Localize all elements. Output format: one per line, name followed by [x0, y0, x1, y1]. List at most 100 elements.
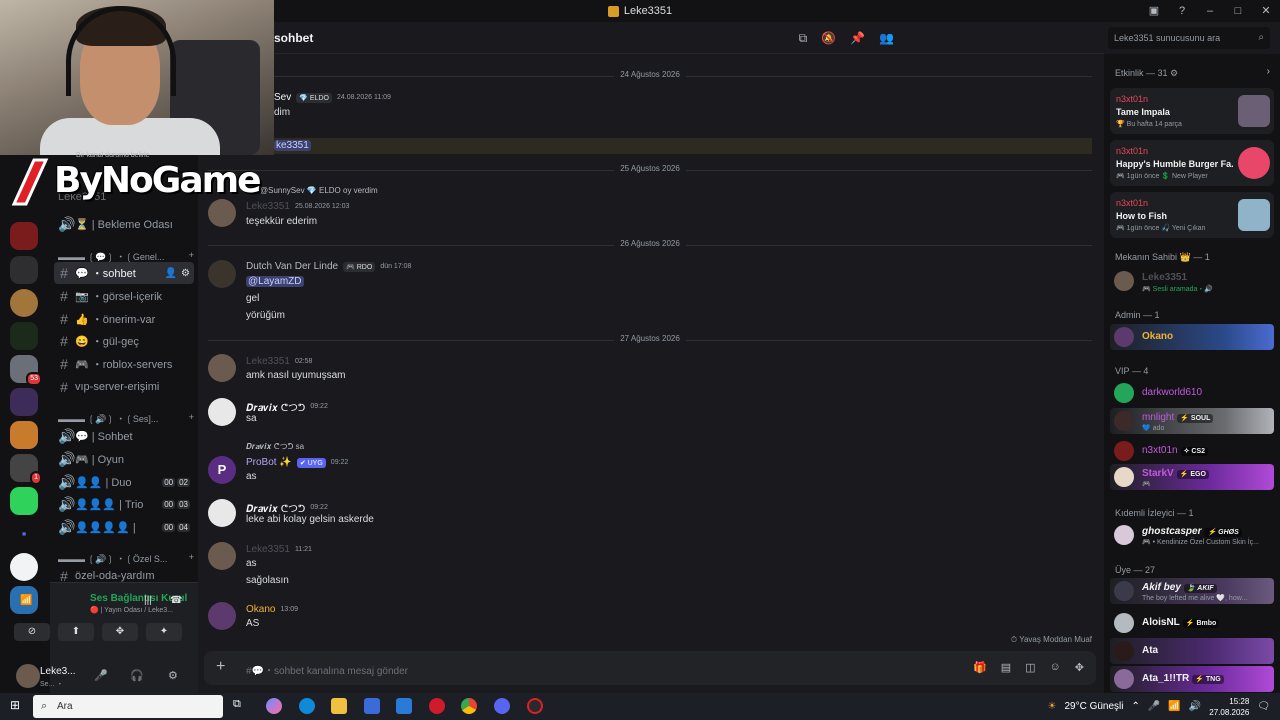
- volume-icon[interactable]: 🔊: [1189, 701, 1201, 712]
- member-row[interactable]: AloisNL ⚡ Bmbo: [1110, 610, 1274, 636]
- channel-voice-oyun[interactable]: 🔊 🎮 | Oyun: [54, 448, 194, 470]
- author-name[interactable]: Leke3351: [246, 544, 290, 555]
- channel-sohbet[interactable]: # 💬 ・sohbet 👤 ⚙: [54, 262, 194, 284]
- gear-icon[interactable]: ⚙: [168, 669, 178, 682]
- notification-icon[interactable]: 🗨: [1257, 701, 1270, 712]
- channel-gorsel[interactable]: # 📷 ・görsel-içerik: [54, 285, 194, 307]
- microphone-icon[interactable]: 🎤: [94, 669, 108, 682]
- microphone-icon[interactable]: 🎤: [1148, 701, 1160, 712]
- discord-icon[interactable]: [494, 698, 510, 714]
- author-name[interactable]: Sev: [274, 92, 291, 103]
- apps-icon[interactable]: ✥: [1075, 661, 1084, 674]
- obs-icon[interactable]: [527, 698, 543, 714]
- search-input[interactable]: Leke3351 sunucusunu ara ⌕: [1108, 27, 1270, 49]
- server-icon-9[interactable]: [10, 553, 38, 581]
- member-row[interactable]: mnlight ⚡ SOUL 💙 ado: [1110, 408, 1274, 434]
- folder-icon[interactable]: ▪: [10, 520, 38, 548]
- threads-icon[interactable]: ⧉: [799, 31, 808, 46]
- chevron-up-icon[interactable]: ⌃: [1132, 701, 1140, 712]
- mention[interactable]: ke3351: [274, 140, 311, 151]
- avatar[interactable]: [208, 260, 236, 288]
- members-icon[interactable]: 👥: [879, 31, 894, 46]
- channel-gulgec[interactable]: # 😄 ・gül-geç: [54, 330, 194, 352]
- server-icon-4[interactable]: [10, 322, 38, 350]
- server-icon-7[interactable]: [10, 421, 38, 449]
- store-icon[interactable]: [364, 698, 380, 714]
- channel-voice-quad[interactable]: 🔊 👤👤👤👤 | 00 04: [54, 516, 194, 538]
- activities-button[interactable]: ✥: [102, 623, 138, 641]
- help-icon[interactable]: ?: [1168, 0, 1196, 22]
- member-row[interactable]: Akif bey 🍃 AKIF The boy lefted me alive 🤍…: [1110, 578, 1274, 604]
- edge-icon[interactable]: [299, 698, 315, 714]
- avatar[interactable]: [208, 354, 236, 382]
- member-row[interactable]: Leke3351 🎮 Sesli aramada・🔊: [1110, 268, 1274, 294]
- disconnect-icon[interactable]: ☎: [170, 595, 182, 606]
- category-ses[interactable]: ▬▬▬ ❲🔊❳ ・❲Ses]... +: [58, 412, 194, 425]
- member-row[interactable]: n3xt01n ✧ CS2: [1110, 438, 1274, 464]
- channel-bekleme[interactable]: 🔊 ⏳ | Bekleme Odası: [54, 213, 194, 235]
- emoji-icon[interactable]: ☺: [1050, 661, 1061, 674]
- author-name[interactable]: 𝑫𝒓𝒂𝒗𝒊𝒙 ᕦつᕤ: [246, 500, 305, 515]
- avatar[interactable]: [208, 602, 236, 630]
- sticker-icon[interactable]: ◫: [1025, 661, 1035, 674]
- author-name[interactable]: ProBot ✨: [246, 457, 292, 468]
- kick-server-icon[interactable]: [10, 487, 38, 515]
- server-icon-2[interactable]: [10, 256, 38, 284]
- probot-avatar[interactable]: P: [208, 456, 236, 484]
- mail-icon[interactable]: [396, 698, 412, 714]
- minimize-button[interactable]: –: [1196, 0, 1224, 22]
- member-row[interactable]: Ata_1!!TR ⚡ TNG: [1110, 666, 1274, 692]
- author-name[interactable]: Okano: [246, 604, 275, 615]
- invite-icon[interactable]: 👤: [165, 268, 177, 279]
- activity-card[interactable]: n3xt01n Happy's Humble Burger Fa... 🎮 1g…: [1110, 140, 1274, 186]
- bell-icon[interactable]: 🔕: [821, 31, 836, 46]
- chevron-right-icon[interactable]: ›: [1267, 66, 1270, 77]
- maximize-button[interactable]: □: [1224, 0, 1252, 22]
- copilot-icon[interactable]: [266, 698, 282, 714]
- add-channel-icon[interactable]: +: [189, 552, 194, 565]
- file-explorer-icon[interactable]: [331, 698, 347, 714]
- close-button[interactable]: ✕: [1252, 0, 1280, 22]
- avatar[interactable]: [208, 398, 236, 426]
- member-row[interactable]: StarkV ⚡ EGO 🎮: [1110, 464, 1274, 490]
- member-row[interactable]: Ata: [1110, 638, 1274, 664]
- server-icon-6[interactable]: [10, 388, 38, 416]
- opera-icon[interactable]: [429, 698, 445, 714]
- inbox-icon[interactable]: ▣: [1140, 0, 1168, 22]
- wifi-icon[interactable]: 📶: [1168, 701, 1180, 712]
- channel-roblox[interactable]: # 🎮 ・roblox-servers: [54, 353, 194, 375]
- member-row[interactable]: Okano: [1110, 324, 1274, 350]
- task-view-icon[interactable]: ⧉: [233, 698, 241, 711]
- member-row[interactable]: darkworld610: [1110, 380, 1274, 406]
- server-icon-1[interactable]: [10, 222, 38, 250]
- channel-vip[interactable]: # vıp-server-erişimi: [54, 376, 194, 398]
- member-row[interactable]: ghostcasper ⚡ GHØS 🎮 • Kendinize Özel Cus…: [1110, 522, 1274, 548]
- camera-button[interactable]: ⊘: [14, 623, 50, 641]
- activity-card[interactable]: n3xt01n Tame Impala 🏆 Bu hafta 14 parça: [1110, 88, 1274, 134]
- pin-icon[interactable]: 📌: [850, 31, 865, 46]
- reply-preview[interactable]: @SunnySev 💎 ELDO oy verdim: [260, 186, 378, 195]
- activity-card[interactable]: n3xt01n How to Fish 🎮 1gün önce 🎣 Yeni Ç…: [1110, 192, 1274, 238]
- channel-onerim[interactable]: # 👍 ・önerim-var: [54, 308, 194, 330]
- server-icon-8[interactable]: 1: [10, 454, 42, 485]
- channel-voice-sohbet[interactable]: 🔊 💬 | Sohbet: [54, 425, 194, 447]
- reply-preview[interactable]: 𝑫𝒓𝒂𝒗𝒊𝒙 ᕦつᕤ sa: [246, 441, 304, 452]
- category-ozel[interactable]: ▬▬▬ ❲🔊❳ ・❲Özel S... +: [58, 552, 194, 565]
- author-name[interactable]: Leke3351: [246, 201, 290, 212]
- headphones-icon[interactable]: 🎧: [130, 669, 144, 682]
- author-name[interactable]: Leke3351: [246, 356, 290, 367]
- channel-voice-duo[interactable]: 🔊 👤👤 | Duo 00 02: [54, 471, 194, 493]
- gear-icon[interactable]: ⚙: [181, 268, 190, 279]
- channel-voice-trio[interactable]: 🔊 👤👤👤 | Trio 00 03: [54, 493, 194, 515]
- add-channel-icon[interactable]: +: [189, 412, 194, 425]
- windows-start-icon[interactable]: ⊞: [10, 698, 20, 712]
- add-attachment-icon[interactable]: +: [216, 658, 225, 676]
- gif-icon[interactable]: ▤: [1001, 661, 1011, 674]
- avatar[interactable]: [208, 499, 236, 527]
- server-icon-3[interactable]: [10, 289, 38, 317]
- message-composer[interactable]: + #💬・sohbet kanalına mesaj gönder 🎁 ▤ ◫ …: [204, 651, 1096, 685]
- soundboard-button[interactable]: ✦: [146, 623, 182, 641]
- taskbar-search[interactable]: ⌕ Ara: [33, 695, 223, 718]
- mention[interactable]: @LayamZD: [246, 276, 304, 287]
- author-name[interactable]: Dutch Van Der Linde: [246, 261, 338, 272]
